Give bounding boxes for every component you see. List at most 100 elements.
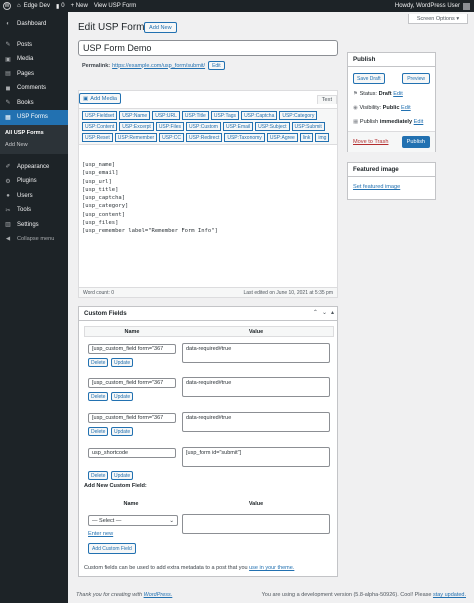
sidebar-item-pages[interactable]: ▤ Pages: [0, 67, 68, 82]
quicktag-button-usp-reset[interactable]: USP:Reset: [82, 133, 113, 142]
sidebar-item-dashboard[interactable]: ◐ Dashboard: [0, 17, 68, 32]
quicktag-button-usp-category[interactable]: USP:Category: [279, 111, 318, 120]
wordpress-logo-icon[interactable]: W: [3, 2, 11, 10]
quicktag-button-usp-files[interactable]: USP:Files: [155, 122, 185, 131]
custom-field-name-input[interactable]: [usp_custom_field form="367: [88, 344, 176, 354]
move-down-icon[interactable]: ⌄: [322, 309, 327, 316]
custom-field-name-input[interactable]: usp_shortcode: [88, 448, 176, 458]
appearance-icon: ✐: [5, 164, 11, 171]
quicktag-button-usp-tags[interactable]: USP:Tags: [210, 111, 240, 120]
sidebar-item-posts[interactable]: ✎ Posts: [0, 38, 68, 53]
delete-meta-button[interactable]: Delete: [88, 392, 109, 401]
enter-new-link[interactable]: Enter new: [88, 531, 113, 537]
quicktag-button-usp-taxonomy[interactable]: USP:Taxonomy: [224, 133, 265, 142]
quicktag-button-usp-custom[interactable]: USP:Custom: [186, 122, 221, 131]
quicktag-button-usp-excerpt[interactable]: USP:Excerpt: [119, 122, 154, 131]
quicktag-button-usp-captcha[interactable]: USP:Captcha: [241, 111, 278, 120]
comments-link[interactable]: ▮ 0: [56, 0, 65, 12]
sidebar-item-plugins[interactable]: ⚙ Plugins: [0, 174, 68, 189]
chevron-down-icon: ⌄: [169, 517, 174, 524]
submenu-all-usp-forms[interactable]: All USP Forms: [0, 127, 68, 140]
update-meta-button[interactable]: Update: [111, 392, 134, 401]
footer-version: You are using a development version (5.8…: [262, 592, 466, 598]
quicktag-button-usp-email[interactable]: USP:Email: [222, 122, 254, 131]
new-meta-value-textarea[interactable]: [182, 514, 330, 534]
quicktag-button-usp-title[interactable]: USP:Title: [181, 111, 209, 120]
sidebar-item-tools[interactable]: ✂ Tools: [0, 203, 68, 218]
edit-status-link[interactable]: Edit: [393, 91, 403, 97]
help-link[interactable]: use in your theme.: [249, 565, 294, 571]
preview-button[interactable]: Preview: [402, 73, 430, 84]
custom-field-name-input[interactable]: [usp_custom_field form="367: [88, 378, 176, 388]
featured-image-header[interactable]: Featured image: [348, 163, 435, 177]
publish-button[interactable]: Publish: [401, 136, 430, 148]
custom-field-name-input[interactable]: [usp_custom_field form="367: [88, 413, 176, 423]
sidebar-item-usp-forms[interactable]: ▦ USP Forms: [0, 110, 68, 125]
account-menu[interactable]: Howdy, WordPress User: [395, 0, 470, 12]
add-new-button[interactable]: Add New: [144, 22, 177, 33]
move-up-icon[interactable]: ⌃: [313, 309, 318, 316]
avatar: [463, 2, 470, 10]
update-meta-button[interactable]: Update: [111, 358, 134, 367]
delete-meta-button[interactable]: Delete: [88, 471, 109, 480]
quicktag-button-usp-agree[interactable]: USP:Agree: [266, 133, 298, 142]
add-media-button[interactable]: ▣ Add Media: [79, 93, 122, 104]
custom-field-value-textarea[interactable]: [usp_form id="submit"]: [182, 447, 330, 467]
sidebar-item-appearance[interactable]: ✐ Appearance: [0, 160, 68, 175]
custom-field-value-textarea[interactable]: data-required#true: [182, 343, 330, 363]
usp-forms-submenu: All USP Forms Add New: [0, 124, 68, 154]
publish-header[interactable]: Publish: [348, 53, 435, 67]
quicktag-button-usp-cc[interactable]: USP:CC: [159, 133, 185, 142]
view-post-link[interactable]: View USP Form: [94, 0, 136, 12]
new-content-link[interactable]: + New: [71, 0, 88, 12]
main-content: Screen Options ▾ Edit USP Form Add New U…: [68, 12, 474, 603]
update-meta-button[interactable]: Update: [111, 471, 134, 480]
sidebar-item-comments[interactable]: ◼ Comments: [0, 81, 68, 96]
delete-meta-button[interactable]: Delete: [88, 427, 109, 436]
sidebar-item-label: Books: [17, 99, 34, 106]
sidebar-item-media[interactable]: ▣ Media: [0, 52, 68, 67]
custom-fields-header[interactable]: Custom Fields ⌃ ⌄ ▴: [79, 307, 337, 321]
update-meta-button[interactable]: Update: [111, 427, 134, 436]
screen-options-button[interactable]: Screen Options ▾: [408, 14, 468, 24]
site-name-link[interactable]: ⌂ Edge Dev: [17, 0, 50, 12]
save-draft-button[interactable]: Save Draft: [353, 73, 385, 84]
sidebar-item-label: Comments: [17, 85, 47, 92]
permalink-edit-button[interactable]: Edit: [208, 61, 225, 70]
status-row: ⚑ Status: Draft Edit: [353, 91, 403, 97]
sidebar-item-settings[interactable]: ▥ Settings: [0, 218, 68, 233]
sidebar-item-users[interactable]: ● Users: [0, 189, 68, 204]
quicktag-button-link[interactable]: link: [299, 133, 314, 142]
quicktag-button-usp-content[interactable]: USP:Content: [82, 122, 118, 131]
stay-updated-link[interactable]: stay updated.: [433, 592, 466, 598]
meta-key-select[interactable]: — Select — ⌄: [88, 515, 178, 526]
custom-fields-box: Custom Fields ⌃ ⌄ ▴ Name Value [usp_custom…: [78, 306, 338, 577]
quicktag-button-usp-subject[interactable]: USP:Subject: [255, 122, 290, 131]
custom-fields-title: Custom Fields: [84, 310, 127, 317]
collapse-menu-button[interactable]: ◀ Collapse menu: [0, 232, 68, 246]
permalink-url[interactable]: https://example.com/usp_form/submit/: [112, 63, 205, 69]
edit-visibility-link[interactable]: Edit: [401, 105, 411, 111]
quicktag-button-usp-submit[interactable]: USP:Submit: [291, 122, 325, 131]
move-to-trash-link[interactable]: Move to Trash: [353, 139, 388, 145]
comments-count: 0: [61, 3, 65, 9]
quicktag-button-usp-redirect[interactable]: USP:Redirect: [186, 133, 223, 142]
edit-publish-time-link[interactable]: Edit: [414, 119, 424, 125]
quicktag-button-usp-url[interactable]: USP:URL: [152, 111, 180, 120]
submenu-add-new[interactable]: Add New: [0, 139, 68, 152]
sidebar-item-books[interactable]: ✎ Books: [0, 96, 68, 111]
wordpress-link[interactable]: WordPress.: [144, 592, 173, 598]
quicktag-button-usp-fieldset[interactable]: USP:Fieldset: [82, 111, 118, 120]
quicktag-button-usp-remember[interactable]: USP:Remember: [114, 133, 158, 142]
delete-meta-button[interactable]: Delete: [88, 358, 109, 367]
custom-field-value-textarea[interactable]: data-required#true: [182, 412, 330, 432]
set-featured-image-link[interactable]: Set featured image: [353, 184, 400, 190]
quicktag-button-usp-name[interactable]: USP:Name: [119, 111, 151, 120]
toggle-panel-icon[interactable]: ▴: [331, 309, 334, 316]
add-custom-field-button[interactable]: Add Custom Field: [88, 543, 136, 554]
quicktag-button-img[interactable]: img: [315, 133, 330, 142]
content-textarea[interactable]: [usp_name] [usp_email] [usp_url] [usp_ti…: [82, 161, 332, 236]
post-title-input[interactable]: USP Form Demo: [78, 40, 338, 56]
custom-field-value-textarea[interactable]: data-required#true: [182, 377, 330, 397]
tab-text[interactable]: Text: [316, 95, 337, 104]
